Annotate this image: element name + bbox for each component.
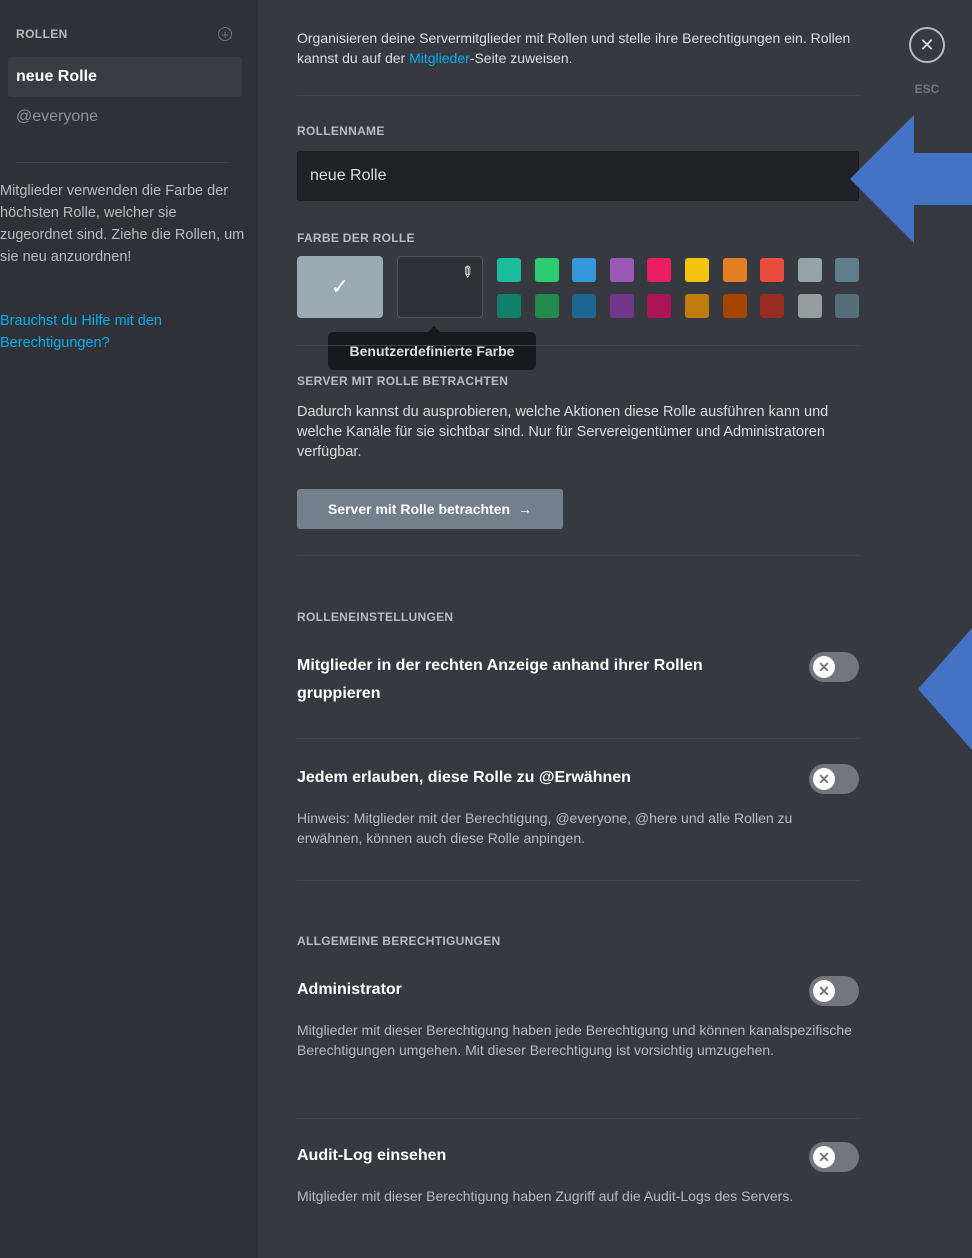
color-swatch[interactable]	[835, 258, 860, 282]
allow-mention-toggle[interactable]: ✕	[809, 764, 859, 794]
setting-description: Mitglieder mit dieser Berechtigung haben…	[297, 1188, 794, 1204]
color-swatch[interactable]	[609, 294, 634, 318]
annotation-arrow-icon	[850, 115, 972, 243]
setting-description: Hinweis: Mitglieder mit der Berechtigung…	[297, 810, 793, 846]
color-swatch[interactable]	[647, 258, 672, 282]
color-swatch[interactable]	[722, 294, 747, 318]
role-name-input[interactable]	[297, 151, 859, 201]
custom-color-tooltip: Benutzerdefinierte Farbe	[328, 332, 536, 370]
setting-title: Mitglieder in der rechten Anzeige anhand…	[297, 657, 703, 702]
plus-circle-icon[interactable]: +	[218, 27, 232, 41]
color-swatch[interactable]	[797, 258, 822, 282]
color-swatch[interactable]	[534, 258, 559, 282]
color-swatch[interactable]	[835, 294, 860, 318]
role-item-neue-rolle[interactable]: neue Rolle	[8, 57, 242, 97]
color-swatch[interactable]	[497, 258, 521, 282]
close-icon: ✕	[919, 34, 935, 55]
toggle-off-icon: ✕	[813, 656, 835, 678]
color-swatch[interactable]	[722, 258, 747, 282]
color-swatch[interactable]	[647, 294, 672, 318]
close-button[interactable]: ✕	[909, 27, 945, 63]
administrator-toggle[interactable]: ✕	[809, 976, 859, 1006]
role-item-everyone[interactable]: @everyone	[8, 97, 242, 137]
esc-label: ESC	[914, 82, 940, 96]
setting-title: Administrator	[297, 981, 402, 998]
check-icon: ✓	[330, 274, 350, 299]
arrow-shape	[918, 628, 972, 750]
view-as-role-description: Dadurch kannst du ausprobieren, welche A…	[297, 404, 829, 460]
toggle-off-icon: ✕	[813, 980, 835, 1002]
section-divider	[297, 95, 859, 96]
section-divider	[297, 880, 859, 881]
setting-title: Jedem erlauben, diese Rolle zu @Erwähnen	[297, 769, 631, 786]
group-members-toggle[interactable]: ✕	[809, 652, 859, 682]
view-server-as-role-button[interactable]: Server mit Rolle betrachten →	[297, 489, 563, 529]
custom-color-picker[interactable]: ✎	[397, 256, 483, 318]
color-swatch[interactable]	[534, 294, 559, 318]
color-swatch[interactable]	[497, 294, 521, 318]
general-permissions-label: ALLGEMEINE BERECHTIGUNGEN	[297, 934, 501, 948]
role-name-label: ROLLENNAME	[297, 124, 385, 138]
view-audit-log-toggle[interactable]: ✕	[809, 1142, 859, 1172]
view-as-role-label: SERVER MIT ROLLE BETRACHTEN	[297, 374, 509, 388]
color-swatch[interactable]	[760, 294, 785, 318]
intro-text-before: Organisieren deine Servermitglieder mit …	[297, 30, 851, 66]
intro-text-after: -Seite zuweisen.	[469, 50, 573, 66]
toggle-off-icon: ✕	[813, 768, 835, 790]
section-divider	[297, 345, 859, 346]
section-divider	[297, 738, 859, 739]
setting-title: Audit-Log einsehen	[297, 1147, 447, 1164]
section-divider	[297, 555, 859, 556]
color-swatch[interactable]	[797, 294, 822, 318]
roles-header: ROLLEN +	[16, 24, 232, 44]
permissions-help-link[interactable]: Brauchst du Hilfe mit den Berechtigungen…	[0, 310, 250, 354]
color-swatch[interactable]	[760, 258, 785, 282]
role-label: neue Rolle	[16, 68, 97, 85]
arrow-shape	[850, 115, 972, 243]
roles-sidebar: ROLLEN + neue Rolle @everyone Mitglieder…	[0, 0, 258, 1258]
sidebar-divider	[16, 162, 230, 163]
annotation-arrow-icon	[918, 628, 972, 750]
arrow-right-icon: →	[518, 501, 533, 517]
toggle-off-icon: ✕	[813, 1146, 835, 1168]
sidebar-help-text: Mitglieder verwenden die Farbe der höchs…	[0, 183, 245, 265]
roles-title: ROLLEN	[16, 27, 68, 41]
role-color-label: FARBE DER ROLLE	[297, 231, 415, 245]
color-swatch[interactable]	[685, 294, 709, 318]
role-label: @everyone	[16, 108, 99, 125]
eyedropper-icon: ✎	[456, 261, 478, 283]
section-divider	[297, 1118, 859, 1119]
color-swatch[interactable]	[572, 294, 597, 318]
intro-text: Organisieren deine Servermitglieder mit …	[297, 28, 859, 68]
view-button-label: Server mit Rolle betrachten	[327, 501, 511, 517]
setting-description: Mitglieder mit dieser Berechtigung haben…	[297, 1022, 852, 1058]
role-settings-label: ROLLENEINSTELLUNGEN	[297, 610, 454, 624]
default-color-swatch[interactable]: ✓	[297, 256, 383, 318]
color-swatch[interactable]	[572, 258, 597, 282]
members-page-link[interactable]: Mitglieder	[409, 50, 470, 66]
color-swatch[interactable]	[685, 258, 709, 282]
color-swatch[interactable]	[609, 258, 634, 282]
